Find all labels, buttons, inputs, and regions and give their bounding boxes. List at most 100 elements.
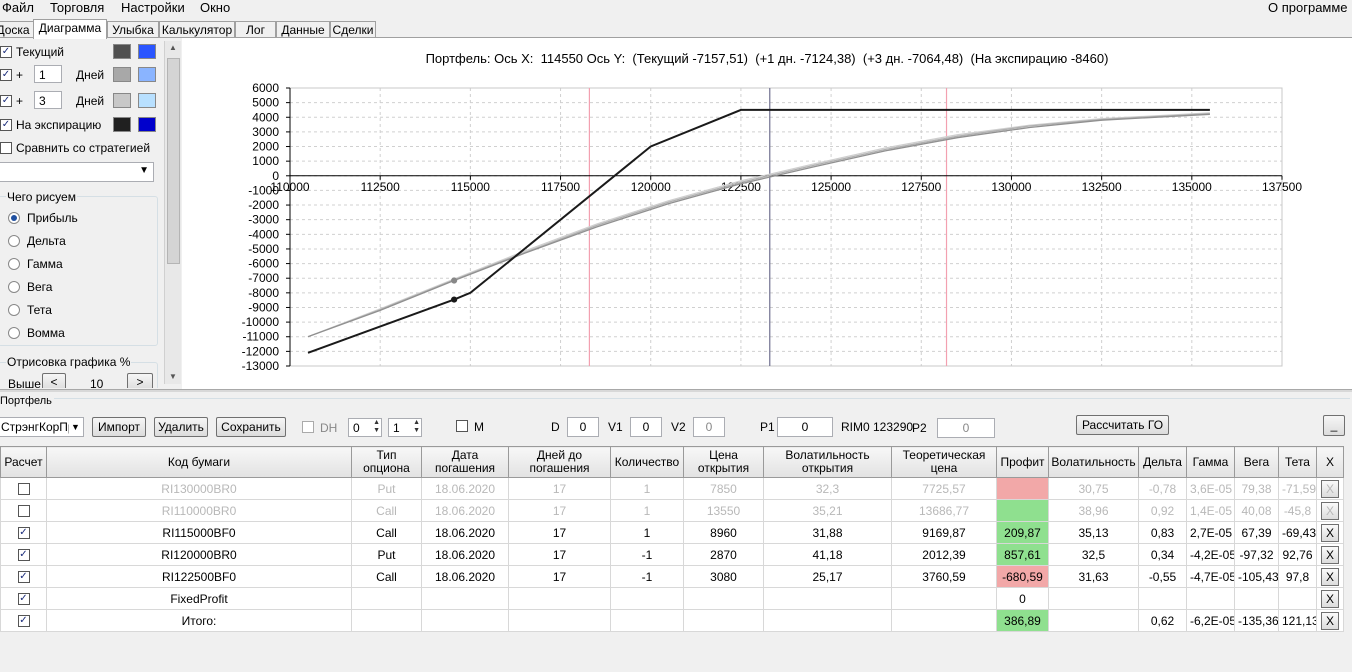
tab-data[interactable]: Данные [276,21,330,38]
spin1-input[interactable]: 0 ▲ ▼ [348,418,382,437]
col-qty[interactable]: Количество [610,446,684,478]
remove-row-button[interactable]: X [1321,501,1339,520]
p2-input[interactable]: 0 [937,418,995,438]
table-row[interactable]: RI130000BR0 Put 18.06.2020 17 1 7850 32,3 7725,… [0,477,1344,500]
table-row[interactable]: ✓ RI122500BF0 Call 18.06.2020 17 -1 3080 25,17 3… [0,565,1344,588]
col-theta[interactable]: Тета [1278,446,1317,478]
scroll-down-icon[interactable]: ▼ [169,372,177,381]
scroll-up-icon[interactable]: ▲ [169,43,177,52]
menu-window[interactable]: Окно [200,0,230,15]
remove-row-button[interactable]: X [1321,589,1339,608]
import-button[interactable]: Импорт [92,417,146,437]
table-row[interactable]: ✓ RI120000BR0 Put 18.06.2020 17 -1 2870 41,18 20… [0,543,1344,566]
vol-open-cell: 41,18 [763,543,892,566]
v2-input[interactable]: 0 [693,417,725,437]
col-vega[interactable]: Вега [1234,446,1279,478]
radio-theta[interactable] [8,304,20,316]
minimize-button[interactable]: _ [1323,415,1345,436]
radio-delta[interactable] [8,235,20,247]
p1-input[interactable]: 0 [777,417,833,437]
col-calc[interactable]: Расчет [0,446,47,478]
tab-smile[interactable]: Улыбка [107,21,159,38]
tab-log[interactable]: Лог [235,21,276,38]
day3-input[interactable]: 3 [34,91,62,109]
day1-dark-swatch[interactable] [113,67,131,82]
calc-checkbox[interactable]: ✓ [17,615,30,628]
col-gamma[interactable]: Гамма [1186,446,1235,478]
menu-about[interactable]: О программе [1268,0,1348,15]
day1-blue-swatch[interactable] [138,67,156,82]
col-code[interactable]: Код бумаги [46,446,352,478]
compare-checkbox[interactable] [0,142,12,154]
col-date[interactable]: Дата погашения [421,446,509,478]
table-row[interactable]: ✓ FixedProfit 0 X [0,587,1344,610]
spin1-arrows-icon[interactable]: ▲ ▼ [373,419,380,435]
portfolio-group-border [0,398,1350,399]
tab-board[interactable]: Доска [0,21,34,38]
day3-dark-swatch[interactable] [113,93,131,108]
day3-blue-swatch[interactable] [138,93,156,108]
table-row[interactable]: ✓ Итого: 386,89 0,62 -6,2E-05 -135,36 121,13 X [0,609,1344,632]
higher-increase-button[interactable]: > [127,373,153,388]
x-tick-label: 112500 [361,180,400,194]
strategy-compare-dropdown[interactable]: ▼ [0,162,154,182]
menu-file[interactable]: Файл [2,0,34,15]
tab-deals[interactable]: Сделки [330,21,376,38]
scroll-thumb[interactable] [167,58,180,264]
col-delta[interactable]: Дельта [1138,446,1187,478]
strategy-dropdown[interactable]: СтрэнгКорПр ▼ [0,417,84,437]
expiration-blue-swatch[interactable] [138,117,156,132]
day1-input[interactable]: 1 [34,65,62,83]
col-vol[interactable]: Волатильность [1048,446,1139,478]
calc-checkbox[interactable]: ✓ [17,593,30,606]
tab-diagram[interactable]: Диаграмма [33,19,107,39]
remove-row-button[interactable]: X [1321,611,1339,630]
current-dark-swatch[interactable] [113,44,131,59]
col-price[interactable]: Цена открытия [683,446,764,478]
expiration-checkbox[interactable]: ✓ [0,119,12,131]
tab-calculator[interactable]: Калькулятор [159,21,235,38]
radio-gamma[interactable] [8,258,20,270]
remove-row-button[interactable]: X [1321,545,1339,564]
expiration-dark-swatch[interactable] [113,117,131,132]
day3-checkbox[interactable]: ✓ [0,95,12,107]
settings-scrollbar[interactable]: ▲ ▼ [164,41,181,384]
current-blue-swatch[interactable] [138,44,156,59]
remove-row-button[interactable]: X [1321,479,1339,498]
delete-button[interactable]: Удалить [154,417,208,437]
radio-profit[interactable] [8,212,20,224]
save-button[interactable]: Сохранить [216,417,286,437]
d-input[interactable]: 0 [567,417,599,437]
radio-vega[interactable] [8,281,20,293]
days-cell [508,587,611,610]
remove-row-button[interactable]: X [1321,523,1339,542]
calculate-go-button[interactable]: Рассчитать ГО [1076,415,1169,435]
v1-input[interactable]: 0 [630,417,662,437]
col-vol-open[interactable]: Волатильность открытия [763,446,892,478]
col-type[interactable]: Тип опциона [351,446,422,478]
radio-vomma[interactable] [8,327,20,339]
col-theo[interactable]: Теоретическая цена [891,446,997,478]
calc-checkbox[interactable] [17,505,30,518]
calc-checkbox[interactable]: ✓ [17,571,30,584]
price-cell [683,609,764,632]
menu-trading[interactable]: Торговля [50,0,104,15]
current-checkbox[interactable]: ✓ [0,46,12,58]
table-row[interactable]: RI110000BR0 Call 18.06.2020 17 1 13550 35,21 13… [0,499,1344,522]
spin2-arrows-icon[interactable]: ▲ ▼ [413,419,420,435]
calc-checkbox[interactable]: ✓ [17,549,30,562]
col-days[interactable]: Дней до погашения [508,446,611,478]
remove-row-button[interactable]: X [1321,567,1339,586]
dh-checkbox[interactable] [302,421,314,433]
table-row[interactable]: ✓ RI115000BF0 Call 18.06.2020 17 1 8960 31,88 91… [0,521,1344,544]
spin2-input[interactable]: 1 ▲ ▼ [388,418,422,437]
menu-settings[interactable]: Настройки [121,0,185,15]
splitter[interactable] [0,389,1352,392]
calc-checkbox[interactable] [17,483,30,496]
col-profit[interactable]: Профит [996,446,1049,478]
higher-decrease-button[interactable]: < [42,373,66,388]
day1-checkbox[interactable]: ✓ [0,69,12,81]
y-tick-label: -6000 [248,257,279,271]
calc-checkbox[interactable]: ✓ [17,527,30,540]
m-checkbox[interactable] [456,420,468,432]
